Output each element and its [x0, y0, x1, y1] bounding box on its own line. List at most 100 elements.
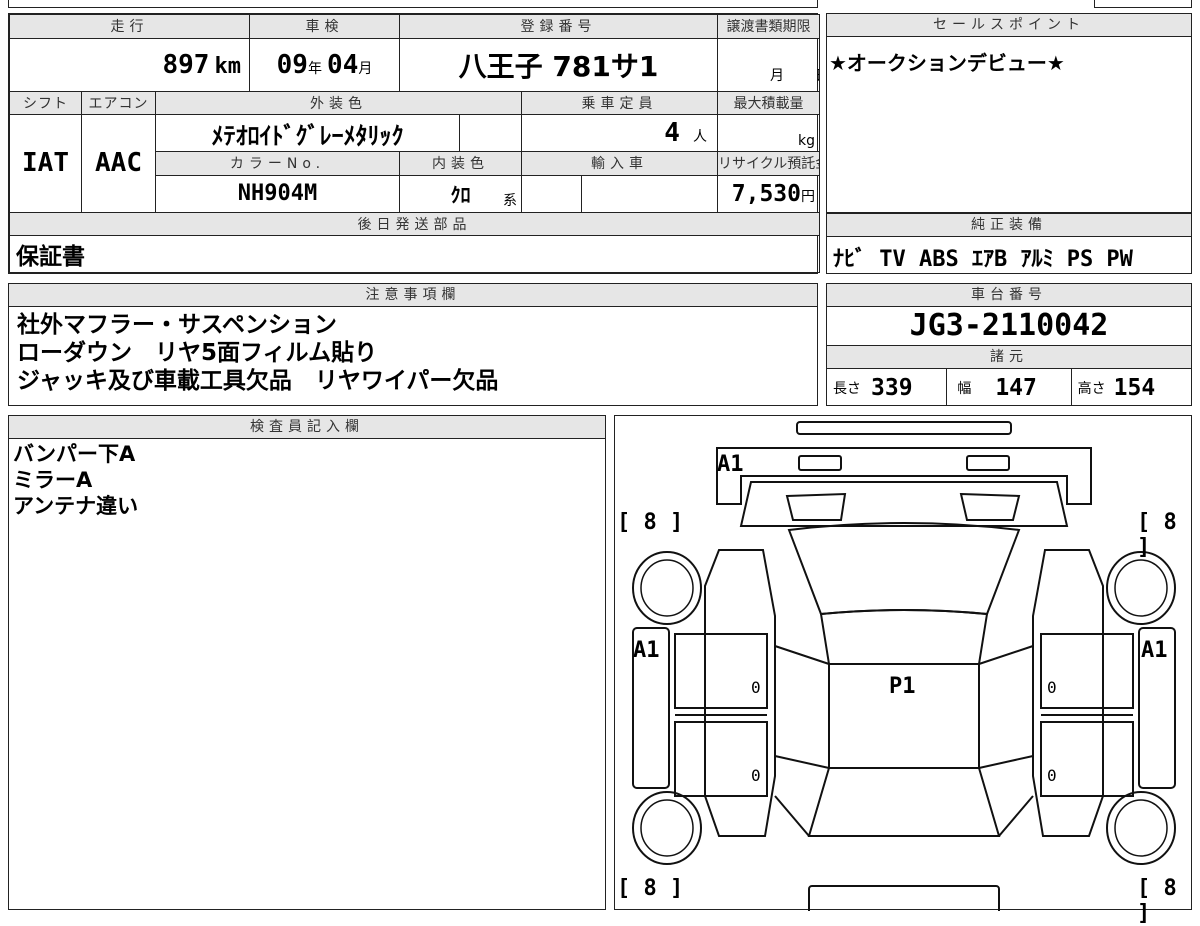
tire-rl-bracket: [ 8 ]	[617, 876, 684, 901]
mileage-unit: km	[214, 53, 242, 79]
later-parts-cell: 保証書	[9, 235, 820, 273]
shaken-year-unit: 年	[307, 60, 322, 77]
aircon-value: AAC	[95, 148, 142, 179]
registration-header: 登録番号	[399, 14, 718, 39]
hood-lamp-right	[959, 492, 1021, 521]
notes-line: ローダウン リヤ5面フィルム貼り	[17, 340, 378, 366]
notes-line: 社外マフラー・サスペンション	[17, 312, 337, 338]
mark-front-bumper: A1	[717, 452, 744, 477]
tire-rr-bracket: [ 8 ]	[1137, 876, 1177, 926]
chassis-header: 車台番号	[827, 284, 1191, 307]
max-load-cell: kg	[717, 114, 820, 153]
width-value: 147	[995, 374, 1037, 401]
top-partial-row	[8, 0, 818, 8]
mark-left-front-door: 0	[751, 678, 761, 697]
transfer-deadline-header: 譲渡書類期限	[717, 14, 820, 39]
rear-window	[807, 767, 1001, 837]
shaken-header: 車検	[249, 14, 400, 39]
info-grid: 走行 車検 登録番号 譲渡書類期限 897 km 09年 04月 八王子 781…	[8, 13, 820, 274]
sales-point-box: セールスポイント ★オークションデビュー★	[826, 13, 1192, 213]
spec-height: 高さ 154	[1072, 369, 1191, 406]
mark-right-rear-door: 0	[1047, 766, 1057, 785]
interior-color-unit: 系	[503, 192, 517, 209]
chassis-value: JG3-2110042	[909, 308, 1109, 343]
tire-rear-right	[1106, 791, 1176, 865]
inspector-body: バンパー下A ミラーA アンテナ違い	[9, 439, 605, 521]
notes-box: 注意事項欄 社外マフラー・サスペンション ローダウン リヤ5面フィルム貼り ジャ…	[8, 283, 818, 406]
aircon-header: エアコン	[81, 90, 156, 116]
interior-color-value: ｸﾛ	[450, 183, 471, 208]
headlight-right	[966, 455, 1010, 471]
transfer-month-unit: 月	[770, 67, 784, 84]
specs-header: 諸元	[827, 346, 1191, 369]
transfer-day-unit: 日	[815, 68, 818, 84]
later-parts-header: 後日発送部品	[9, 211, 820, 237]
shaken-year: 09	[276, 49, 308, 80]
registration-value: 八王子 781サ1	[458, 49, 659, 83]
aircon-cell: AAC	[81, 114, 156, 213]
later-parts-value: 保証書	[16, 244, 85, 271]
width-label: 幅	[957, 380, 972, 397]
mark-right-side: A1	[1141, 638, 1168, 663]
recycle-value: 7,530	[731, 180, 801, 207]
fender-right	[1032, 549, 1104, 837]
mileage-cell: 897 km	[9, 37, 250, 92]
front-bumper-bar	[796, 421, 1012, 435]
rear-bumper	[808, 885, 1000, 911]
hood-lamp-left	[785, 492, 847, 521]
inspector-line: アンテナ違い	[13, 494, 139, 518]
shaken-month-unit: 月	[358, 60, 373, 77]
max-load-unit: kg	[798, 133, 815, 150]
mark-right-front-door: 0	[1047, 678, 1057, 697]
interior-color-cell: ｸﾛ 系	[399, 174, 522, 213]
mark-roof: P1	[889, 674, 916, 699]
chassis-box: 車台番号 JG3-2110042 諸元 長さ 339 幅 147 高さ 154	[826, 283, 1192, 406]
inspector-header: 検査員記入欄	[9, 416, 605, 439]
tire-front-left	[632, 551, 702, 625]
inspector-box: 検査員記入欄 バンパー下A ミラーA アンテナ違い	[8, 415, 606, 910]
shift-cell: IAT	[9, 114, 82, 213]
tire-fr-bracket: [ 8 ]	[1137, 510, 1177, 560]
shift-value: IAT	[22, 148, 69, 179]
recycle-cell: 7,530円	[717, 174, 820, 213]
tire-rr-mark: 8	[1163, 876, 1177, 901]
height-value: 154	[1113, 374, 1156, 401]
info-table: 走行 車検 登録番号 譲渡書類期限 897 km 09年 04月 八王子 781…	[9, 14, 820, 273]
tire-fl-bracket: [ 8 ]	[617, 510, 684, 535]
notes-line: ジャッキ及び車載工具欠品 リヤワイパー欠品	[17, 368, 499, 394]
capacity-value: 4	[664, 118, 680, 149]
headlight-left	[798, 455, 842, 471]
registration-cell: 八王子 781サ1	[399, 37, 718, 92]
tire-rl-mark: 8	[643, 876, 657, 901]
sales-point-header: セールスポイント	[827, 14, 1191, 37]
transfer-deadline-cell: 月 日	[717, 37, 820, 92]
recycle-unit: 円	[801, 188, 815, 205]
spec-width: 幅 147	[947, 369, 1072, 406]
sales-point-text: ★オークションデビュー★	[829, 51, 1065, 75]
height-label: 高さ	[1077, 380, 1106, 397]
tire-front-right	[1106, 551, 1176, 625]
notes-body: 社外マフラー・サスペンション ローダウン リヤ5面フィルム貼り ジャッキ及び車載…	[9, 307, 817, 399]
windshield	[787, 522, 1021, 616]
import-cell-b	[581, 174, 718, 213]
top-partial-row-right	[1094, 0, 1192, 8]
capacity-unit: 人	[693, 129, 707, 146]
length-label: 長さ	[833, 380, 861, 397]
specs-row: 長さ 339 幅 147 高さ 154	[827, 369, 1191, 406]
mark-left-rear-door: 0	[751, 766, 761, 785]
genuine-equipment-text: ﾅﾋﾞ TV ABS ｴｱB ｱﾙﾐ PS PW	[833, 247, 1133, 272]
exterior-color-extra	[459, 114, 522, 153]
mileage-header: 走行	[9, 14, 250, 39]
length-value: 339	[871, 374, 913, 401]
exterior-color-header: 外装色	[155, 90, 522, 116]
color-no-value: NH904M	[237, 181, 318, 207]
car-diagram	[632, 421, 1176, 911]
inspector-line: バンパー下A	[13, 442, 136, 466]
exterior-color-value: ﾒﾃｵﾛｲﾄﾞｸﾞﾚｰﾒﾀﾘｯｸ	[211, 121, 404, 150]
capacity-header: 乗車定員	[521, 90, 718, 116]
notes-header: 注意事項欄	[9, 284, 817, 307]
tire-rear-left	[632, 791, 702, 865]
recycle-header: リサイクル預託金	[717, 151, 820, 176]
chassis-cell: JG3-2110042	[827, 307, 1191, 346]
fender-left	[704, 549, 776, 837]
